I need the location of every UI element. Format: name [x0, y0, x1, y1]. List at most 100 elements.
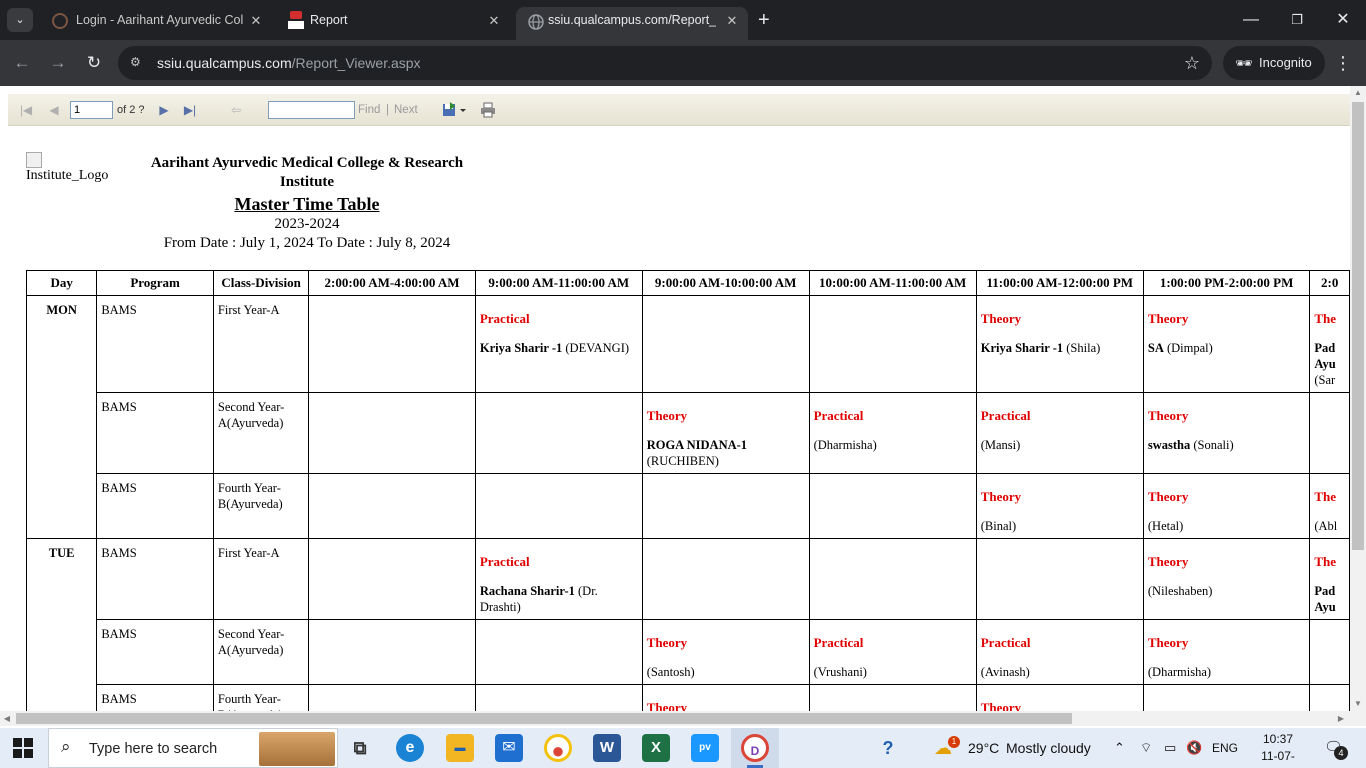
- bookmark-star-icon[interactable]: ☆: [1184, 46, 1200, 80]
- reload-icon[interactable]: ↻: [82, 51, 106, 75]
- windows-start-icon[interactable]: [13, 738, 33, 758]
- program-cell: BAMS: [96, 473, 214, 539]
- scroll-down-icon[interactable]: ▼: [1350, 697, 1366, 711]
- session-type: Theory: [1147, 408, 1189, 423]
- weather-temperature[interactable]: 29°C: [968, 728, 999, 768]
- task-view-icon[interactable]: ⧉: [346, 734, 374, 762]
- slot-cell: [308, 619, 476, 685]
- column-header: Class-Division: [212, 270, 310, 296]
- horizontal-scroll-thumb[interactable]: [16, 713, 1072, 724]
- teacher-name: (Shila): [1066, 341, 1101, 355]
- globe-icon: [528, 13, 544, 30]
- session-type: The: [1314, 311, 1337, 326]
- tab-report-viewer[interactable]: ssiu.qualcampus.com/Report_Vi ✕: [516, 7, 748, 40]
- slot-cell: [641, 473, 810, 539]
- program-cell: BAMS: [96, 619, 214, 685]
- session-detail: (Vrushani): [814, 664, 972, 680]
- scroll-up-icon[interactable]: ▲: [1350, 86, 1366, 100]
- slot-cell: Practical (Dharmisha): [808, 392, 977, 474]
- session-detail: (Nileshaben): [1148, 583, 1305, 599]
- division-cell: First Year-A: [212, 538, 310, 620]
- edge-icon[interactable]: e: [396, 734, 424, 762]
- battery-icon[interactable]: ▭: [1164, 728, 1176, 768]
- report-title: Master Time Table: [234, 194, 380, 214]
- slot-cell: [808, 473, 977, 539]
- new-tab-button[interactable]: +: [758, 8, 770, 32]
- file-explorer-icon[interactable]: ▬: [446, 734, 474, 762]
- teacher-name: (Nileshaben): [1147, 584, 1213, 598]
- institute-logo: Institute_Logo: [26, 152, 108, 184]
- mail-icon[interactable]: ✉: [495, 734, 523, 762]
- slot-cell: [308, 538, 476, 620]
- minimize-button[interactable]: —: [1228, 8, 1274, 32]
- teacher-name: (Vrushani): [813, 665, 867, 679]
- network-icon[interactable]: ⌔: [1140, 728, 1152, 768]
- subject-name: Pad Ayu: [1314, 341, 1336, 371]
- print-icon[interactable]: [480, 102, 496, 118]
- vertical-scrollbar[interactable]: ▲ ▼: [1350, 86, 1366, 726]
- page-number-input[interactable]: [70, 101, 113, 119]
- find-next-link[interactable]: Next: [394, 102, 418, 118]
- horizontal-scrollbar[interactable]: ◀ ▶: [0, 711, 1350, 726]
- division-cell: First Year-A: [212, 295, 310, 393]
- export-icon[interactable]: [442, 102, 468, 118]
- url-text: ssiu.qualcampus.com/Report_Viewer.aspx: [157, 55, 421, 71]
- next-page-icon[interactable]: ▶: [156, 102, 172, 118]
- window-close-button[interactable]: ✕: [1320, 8, 1366, 32]
- weather-cloud-icon[interactable]: ☁: [934, 728, 952, 768]
- teacher-name: (Dharmisha): [813, 438, 877, 452]
- session-detail: SA (Dimpal): [1148, 340, 1305, 356]
- taskbar-search-box[interactable]: ⌕ Type here to search: [48, 728, 338, 768]
- forward-arrow-icon[interactable]: →: [46, 51, 70, 75]
- back-arrow-icon[interactable]: ←: [10, 51, 34, 75]
- slot-cell: [1309, 619, 1350, 685]
- chrome-profile-icon[interactable]: D: [741, 734, 769, 762]
- scroll-left-icon[interactable]: ◀: [0, 711, 14, 726]
- session-type: Theory: [646, 635, 688, 650]
- tab-search-button[interactable]: ⌄: [7, 8, 33, 32]
- vertical-scroll-thumb[interactable]: [1352, 102, 1364, 550]
- session-detail: (Santosh): [647, 664, 805, 680]
- notification-center-icon[interactable]: 🗨 4: [1324, 738, 1348, 760]
- tray-chevron-up-icon[interactable]: ⌃: [1114, 728, 1125, 768]
- incognito-icon: 🕶: [1235, 55, 1253, 71]
- tab-close-icon[interactable]: ✕: [724, 7, 740, 34]
- tab-title: Login - Aarihant Ayurvedic Colle: [76, 13, 244, 27]
- word-icon[interactable]: W: [593, 734, 621, 762]
- slot-cell: Theory swastha (Sonali): [1142, 392, 1311, 474]
- scroll-right-icon[interactable]: ▶: [1334, 711, 1348, 726]
- weather-description[interactable]: Mostly cloudy: [1006, 728, 1091, 768]
- tab-title: ssiu.qualcampus.com/Report_Vi: [548, 13, 716, 27]
- address-bar[interactable]: ⚙ ssiu.qualcampus.com/Report_Viewer.aspx…: [118, 46, 1212, 80]
- incognito-indicator[interactable]: 🕶 Incognito: [1223, 46, 1325, 80]
- subject-name: Pad Ayu: [1314, 584, 1336, 614]
- teacher-name: (Binal): [980, 519, 1017, 533]
- teacher-name: (Dimpal): [1166, 341, 1213, 355]
- back-to-parent-icon[interactable]: ⇦: [228, 102, 244, 118]
- last-page-icon[interactable]: ▶|: [182, 102, 198, 118]
- column-header: 1:00:00 PM-2:00:00 PM: [1142, 270, 1311, 296]
- excel-icon[interactable]: X: [642, 734, 670, 762]
- find-link[interactable]: Find: [358, 102, 380, 118]
- first-page-icon[interactable]: |◀: [18, 102, 34, 118]
- help-icon[interactable]: ?: [874, 734, 902, 762]
- teacher-name: (Mansi): [980, 438, 1021, 452]
- session-type: Theory: [1147, 311, 1189, 326]
- tab-report[interactable]: Report ✕: [276, 7, 512, 40]
- chrome-icon[interactable]: ●: [544, 734, 572, 763]
- slot-cell: Practical (Vrushani): [808, 619, 977, 685]
- system-clock[interactable]: 10:37 11-07-2024: [1250, 731, 1306, 768]
- browser-menu-icon[interactable]: ⋮: [1333, 51, 1353, 75]
- slot-cell: Theory SA (Dimpal): [1142, 295, 1311, 393]
- input-language[interactable]: ENG: [1212, 728, 1238, 768]
- previous-page-icon[interactable]: ◀: [46, 102, 62, 118]
- prime-video-icon[interactable]: pv: [691, 734, 719, 762]
- volume-muted-icon[interactable]: 🔇: [1186, 728, 1202, 768]
- teacher-name: (Sonali): [1193, 438, 1234, 452]
- find-text-input[interactable]: [268, 101, 355, 119]
- site-settings-icon[interactable]: ⚙: [130, 55, 146, 71]
- tab-close-icon[interactable]: ✕: [248, 7, 264, 34]
- tab-close-icon[interactable]: ✕: [486, 7, 502, 34]
- tab-login[interactable]: Login - Aarihant Ayurvedic Colle ✕: [40, 7, 272, 40]
- restore-button[interactable]: ❐: [1274, 8, 1320, 32]
